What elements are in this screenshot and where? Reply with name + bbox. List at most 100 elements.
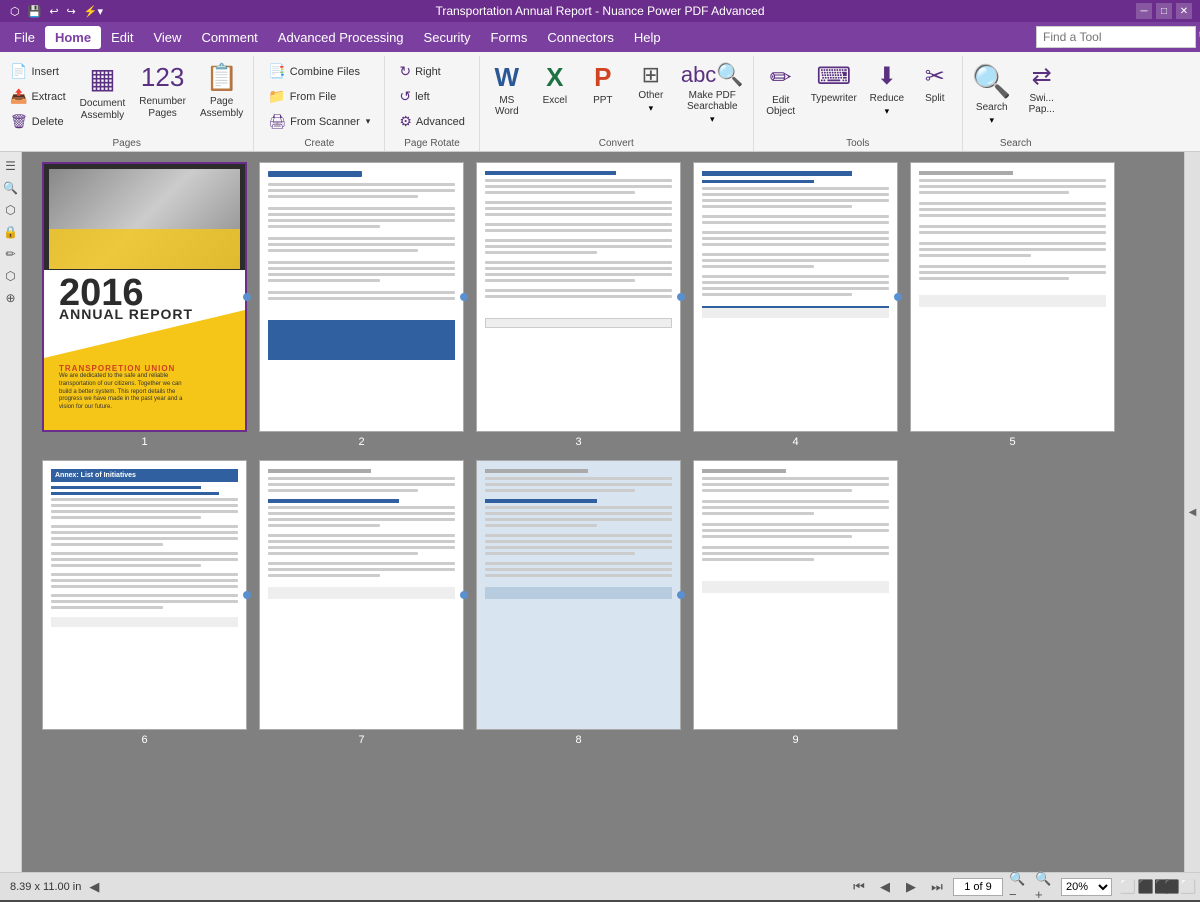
menu-home[interactable]: Home: [45, 26, 101, 49]
from-scanner-label: From Scanner: [290, 116, 360, 128]
p9-l9: [702, 535, 852, 538]
prev-page-button[interactable]: ◀: [875, 877, 895, 897]
typewriter-button[interactable]: ⌨ Typewriter: [806, 58, 862, 108]
next-page-button[interactable]: ▶: [901, 877, 921, 897]
search-button[interactable]: 🔍 Search ▾: [967, 58, 1017, 130]
zoom-out-button[interactable]: 🔍−: [1009, 877, 1029, 897]
p4-l16: [702, 293, 852, 296]
find-tool-box[interactable]: 🔍: [1036, 26, 1196, 48]
zoom-in-button[interactable]: 🔍+: [1035, 877, 1055, 897]
sidebar-icon-lock[interactable]: 🔒: [1, 222, 21, 242]
p5-l2: [919, 185, 1106, 188]
from-scanner-button[interactable]: 🖨 From Scanner ▾: [262, 110, 376, 133]
redo-icon[interactable]: ↪: [67, 5, 76, 18]
p5-l6: [919, 214, 1106, 217]
menu-advanced-processing[interactable]: Advanced Processing: [268, 26, 414, 49]
page-1-label: 1: [141, 436, 147, 448]
other-button[interactable]: ⊞ Other ▾: [628, 58, 674, 118]
other-dropdown-icon: ▾: [649, 103, 654, 114]
sidebar-icon-pages[interactable]: ⬡: [1, 200, 21, 220]
page-7-wrapper: [259, 460, 464, 730]
find-tool-input[interactable]: [1043, 30, 1198, 44]
from-file-icon: 📁: [268, 88, 285, 105]
reduce-button[interactable]: ⬇ Reduce ▾: [864, 58, 910, 121]
switch-pages-button[interactable]: ⇄ Swi...Pap...: [1019, 58, 1065, 119]
p5-l3: [919, 191, 1069, 194]
page-thumb-1[interactable]: 2016 ANNUAL REPORT TRANSPORETION UNION W…: [42, 162, 247, 448]
p2-line12: [268, 267, 455, 270]
undo-icon[interactable]: ↩: [49, 5, 58, 18]
menu-security[interactable]: Security: [414, 26, 481, 49]
renumber-pages-button[interactable]: 123 RenumberPages: [133, 58, 192, 124]
menu-connectors[interactable]: Connectors: [537, 26, 623, 49]
page-thumb-5[interactable]: 5: [910, 162, 1115, 448]
p2-line1: [268, 183, 455, 186]
save-icon[interactable]: 💾: [28, 5, 42, 18]
from-scanner-dropdown-icon: ▾: [366, 116, 371, 127]
sidebar-icon-search[interactable]: 🔍: [1, 178, 21, 198]
zoom-select[interactable]: 10% 15% 20% 25% 50% 75% 100%: [1061, 878, 1112, 896]
page-thumb-9[interactable]: 9: [693, 460, 898, 746]
page-thumb-4[interactable]: 4: [693, 162, 898, 448]
last-page-button[interactable]: ⏭: [927, 877, 947, 897]
rotate-left-button[interactable]: ↺ left: [393, 85, 471, 108]
continuous-view-button[interactable]: ⬛⬛: [1144, 877, 1164, 897]
p2-line2: [268, 189, 455, 192]
page-thumb-3[interactable]: 3: [476, 162, 681, 448]
from-file-button[interactable]: 📁 From File: [262, 85, 376, 108]
page-thumb-8[interactable]: 8: [476, 460, 681, 746]
menu-edit[interactable]: Edit: [101, 26, 143, 49]
p9-l2: [702, 483, 889, 486]
combine-files-label: Combine Files: [290, 66, 360, 78]
ppt-button[interactable]: P PPT: [580, 58, 626, 110]
ms-word-button[interactable]: W MSWord: [484, 58, 530, 121]
ppt-icon: P: [594, 62, 611, 93]
edit-object-button[interactable]: ✏ EditObject: [758, 58, 804, 121]
page-thumb-2[interactable]: 2: [259, 162, 464, 448]
ribbon-section-create: 📑 Combine Files 📁 From File 🖨 From Scann…: [254, 56, 385, 151]
minimize-button[interactable]: ─: [1136, 3, 1152, 19]
advanced-rotate-icon: ⚙: [399, 113, 412, 130]
menu-file[interactable]: File: [4, 26, 45, 49]
menu-help[interactable]: Help: [624, 26, 671, 49]
maximize-button[interactable]: □: [1156, 3, 1172, 19]
split-button[interactable]: ✂ Split: [912, 58, 958, 108]
excel-button[interactable]: X Excel: [532, 58, 578, 110]
sidebar-icon-hex[interactable]: ⬡: [1, 266, 21, 286]
insert-button[interactable]: 📄 Insert: [4, 60, 72, 83]
cover-logo-name: TRANSPORETION UNION: [59, 364, 230, 373]
expand-icon[interactable]: ◀: [89, 879, 99, 895]
menu-view[interactable]: View: [143, 26, 191, 49]
menu-forms[interactable]: Forms: [481, 26, 538, 49]
p8-l13: [485, 568, 672, 571]
p4-l15: [702, 287, 889, 290]
p3-l14: [485, 273, 672, 276]
page-2-label: 2: [358, 436, 364, 448]
page-number-input[interactable]: [953, 878, 1003, 896]
customize-icon[interactable]: ⚡▾: [84, 5, 103, 18]
main-area: ☰ 🔍 ⬡ 🔒 ✏ ⬡ ⊕ 2016: [0, 152, 1200, 872]
sidebar-icon-menu[interactable]: ☰: [1, 156, 21, 176]
close-button[interactable]: ✕: [1176, 3, 1192, 19]
combine-files-button[interactable]: 📑 Combine Files: [262, 60, 376, 83]
advanced-rotate-button[interactable]: ⚙ Advanced: [393, 110, 471, 133]
switch-pages-icon: ⇄: [1032, 62, 1052, 91]
menu-comment[interactable]: Comment: [191, 26, 267, 49]
page-thumb-6[interactable]: Annex: List of Initiatives: [42, 460, 247, 746]
page-assembly-button[interactable]: 📋 PageAssembly: [194, 58, 249, 124]
facing-view-button[interactable]: ⬛⬜: [1170, 877, 1190, 897]
extract-button[interactable]: 📤 Extract: [4, 85, 72, 108]
right-panel-toggle[interactable]: ◀: [1189, 507, 1197, 518]
sidebar-icon-edit[interactable]: ✏: [1, 244, 21, 264]
delete-button[interactable]: 🗑 Delete: [4, 110, 72, 133]
sidebar-icon-plus[interactable]: ⊕: [1, 288, 21, 308]
document-assembly-button[interactable]: ▦ DocumentAssembly: [74, 58, 132, 126]
make-pdf-searchable-button[interactable]: abc🔍 Make PDFSearchable ▾: [676, 58, 749, 129]
first-page-button[interactable]: ⏮: [849, 877, 869, 897]
rotate-right-button[interactable]: ↻ Right: [393, 60, 471, 83]
p2-line16: [268, 297, 455, 300]
page-thumb-7[interactable]: 7: [259, 460, 464, 746]
single-page-view-button[interactable]: ⬜: [1118, 877, 1138, 897]
document-area[interactable]: 2016 ANNUAL REPORT TRANSPORETION UNION W…: [22, 152, 1184, 872]
split-icon: ✂: [925, 62, 945, 91]
